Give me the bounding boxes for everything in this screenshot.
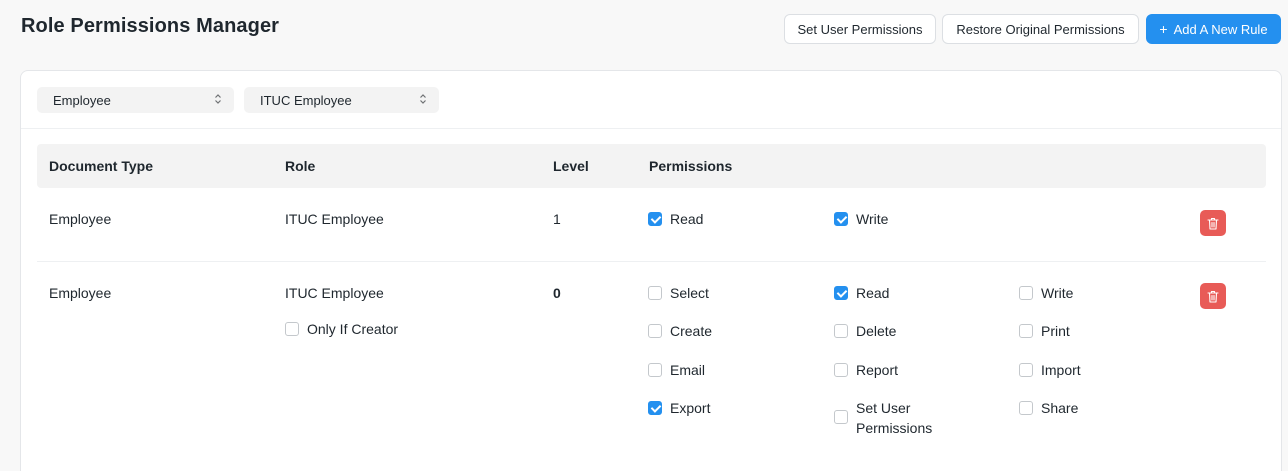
row-document-type: Employee xyxy=(49,211,112,227)
permission-print-checkbox[interactable] xyxy=(1019,324,1033,338)
row-document-type: Employee xyxy=(49,285,112,301)
restore-original-permissions-label: Restore Original Permissions xyxy=(956,21,1125,37)
permission-delete-checkbox[interactable] xyxy=(834,324,848,338)
permission-set-user-permissions-checkbox[interactable] xyxy=(834,410,848,424)
permissions-card: Employee ITUC Employee Document Type Rol… xyxy=(20,70,1282,471)
permission-share-checkbox[interactable] xyxy=(1019,401,1033,415)
permission-select[interactable]: Select xyxy=(648,283,709,303)
permission-read[interactable]: Read xyxy=(648,209,703,229)
permission-create-label: Create xyxy=(670,323,713,339)
permission-report-label: Report xyxy=(856,362,899,378)
permission-email-label: Email xyxy=(670,362,706,378)
add-new-rule-label: Add A New Rule xyxy=(1173,21,1268,37)
trash-icon xyxy=(1207,290,1219,303)
permission-set-user-permissions-label: Set User Permissions xyxy=(856,400,933,436)
permission-write-checkbox[interactable] xyxy=(834,212,848,226)
permission-select-checkbox[interactable] xyxy=(648,286,662,300)
row-role: ITUC Employee xyxy=(285,285,384,301)
page-header: Role Permissions Manager Set User Permis… xyxy=(0,0,1288,60)
delete-rule-button[interactable] xyxy=(1200,283,1226,309)
permission-share[interactable]: Share xyxy=(1019,398,1078,418)
permission-select-label: Select xyxy=(670,285,709,301)
permission-import-label: Import xyxy=(1041,362,1081,378)
permission-export-label: Export xyxy=(670,400,711,416)
permission-email[interactable]: Email xyxy=(648,360,705,380)
only-if-creator-label: Only If Creator xyxy=(307,321,399,337)
row-level: 1 xyxy=(553,211,561,227)
permission-import[interactable]: Import xyxy=(1019,360,1081,380)
chevron-up-down-icon xyxy=(214,93,222,105)
permission-set-user-permissions[interactable]: Set User Permissions xyxy=(834,398,954,438)
permission-email-checkbox[interactable] xyxy=(648,363,662,377)
permission-print[interactable]: Print xyxy=(1019,321,1070,341)
chevron-up-down-icon xyxy=(419,93,427,105)
doctype-select-value: Employee xyxy=(53,92,111,108)
role-select[interactable]: ITUC Employee xyxy=(244,87,439,113)
set-user-permissions-label: Set User Permissions xyxy=(797,21,923,37)
row-level: 0 xyxy=(553,285,561,301)
row-divider xyxy=(37,261,1266,262)
permission-delete[interactable]: Delete xyxy=(834,321,896,341)
delete-rule-button[interactable] xyxy=(1200,210,1226,236)
header-level: Level xyxy=(553,158,589,174)
permission-read-label: Read xyxy=(856,285,890,301)
permission-read-label: Read xyxy=(670,211,704,227)
header-document-type: Document Type xyxy=(49,158,153,174)
set-user-permissions-button[interactable]: Set User Permissions xyxy=(784,14,936,44)
page-title: Role Permissions Manager xyxy=(21,15,280,37)
permission-read[interactable]: Read xyxy=(834,283,889,303)
permission-write[interactable]: Write xyxy=(834,209,888,229)
row-role: ITUC Employee xyxy=(285,211,384,227)
permission-print-label: Print xyxy=(1041,323,1070,339)
permission-report[interactable]: Report xyxy=(834,360,898,380)
permission-report-checkbox[interactable] xyxy=(834,363,848,377)
header-role: Role xyxy=(285,158,316,174)
permission-write[interactable]: Write xyxy=(1019,283,1073,303)
header-permissions: Permissions xyxy=(649,158,733,174)
permission-share-label: Share xyxy=(1041,400,1079,416)
restore-original-permissions-button[interactable]: Restore Original Permissions xyxy=(942,14,1139,44)
filter-bar: Employee ITUC Employee xyxy=(21,71,1281,129)
doctype-select[interactable]: Employee xyxy=(37,87,234,113)
permission-import-checkbox[interactable] xyxy=(1019,363,1033,377)
role-select-value: ITUC Employee xyxy=(260,92,352,108)
plus-icon: + xyxy=(1159,21,1168,37)
permission-write-checkbox[interactable] xyxy=(1019,286,1033,300)
only-if-creator-checkbox[interactable] xyxy=(285,322,299,336)
permission-write-label: Write xyxy=(1041,285,1074,301)
permission-export[interactable]: Export xyxy=(648,398,710,418)
only-if-creator[interactable]: Only If Creator xyxy=(285,319,398,339)
permission-delete-label: Delete xyxy=(856,323,897,339)
table-header: Document Type Role Level Permissions xyxy=(37,144,1266,188)
permission-export-checkbox[interactable] xyxy=(648,401,662,415)
permission-create-checkbox[interactable] xyxy=(648,324,662,338)
permission-write-label: Write xyxy=(856,211,889,227)
add-new-rule-button[interactable]: + Add A New Rule xyxy=(1146,14,1281,44)
permission-read-checkbox[interactable] xyxy=(648,212,662,226)
permission-create[interactable]: Create xyxy=(648,321,712,341)
trash-icon xyxy=(1207,217,1219,230)
permission-read-checkbox[interactable] xyxy=(834,286,848,300)
